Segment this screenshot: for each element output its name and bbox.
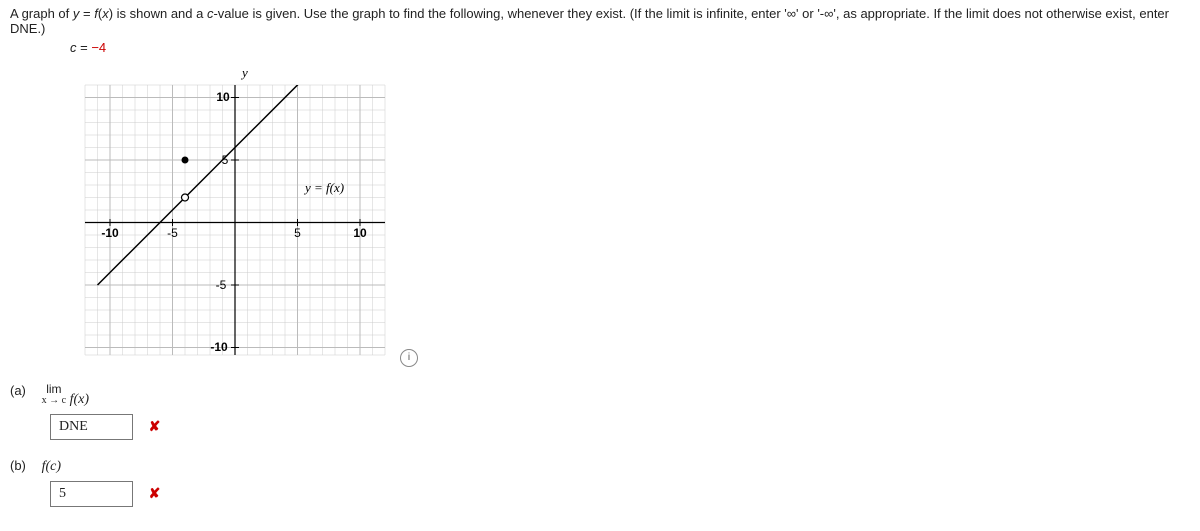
graph-svg: y x y = f(x) -10 -5 5 10 10 5 -5 -10 — [80, 65, 390, 365]
xtick-p5: 5 — [294, 226, 301, 240]
ytick-n5: -5 — [216, 278, 227, 292]
xtick-n10: -10 — [101, 226, 119, 240]
answer-input-a[interactable]: DNE — [50, 414, 133, 440]
curve-label: y = f(x) — [303, 180, 344, 195]
ytick-p5: 5 — [222, 153, 229, 167]
txt: = — [79, 6, 94, 21]
lim-word: lim — [42, 383, 66, 395]
txt: A graph of — [10, 6, 73, 21]
c-value: c = −4 — [10, 40, 1190, 55]
txt: ) is shown and a — [109, 6, 207, 21]
info-icon[interactable]: i — [400, 349, 418, 367]
fc-expr: f(c) — [42, 459, 61, 475]
question-a: (a) lim x → c f(x) DNE ✘ — [10, 383, 1190, 440]
question-b: (b) f(c) 5 ✘ — [10, 458, 1190, 507]
xtick-n5: -5 — [167, 226, 178, 240]
ytick-p10: 10 — [216, 90, 230, 104]
eq: = — [77, 40, 92, 55]
wrong-icon: ✘ — [149, 418, 161, 435]
qa-label: (a) — [10, 383, 38, 398]
xtick-p10: 10 — [353, 226, 367, 240]
graph-container: y x y = f(x) -10 -5 5 10 10 5 -5 -10 i — [10, 65, 390, 365]
answer-input-b[interactable]: 5 — [50, 481, 133, 507]
c-number: −4 — [91, 40, 106, 55]
ytick-n10: -10 — [210, 340, 228, 354]
y-axis-label: y — [240, 65, 248, 80]
qb-label: (b) — [10, 458, 38, 473]
wrong-icon: ✘ — [149, 485, 161, 502]
problem-statement: A graph of y = f(x) is shown and a c-val… — [10, 6, 1190, 36]
fx-expr: f(x) — [70, 392, 89, 407]
